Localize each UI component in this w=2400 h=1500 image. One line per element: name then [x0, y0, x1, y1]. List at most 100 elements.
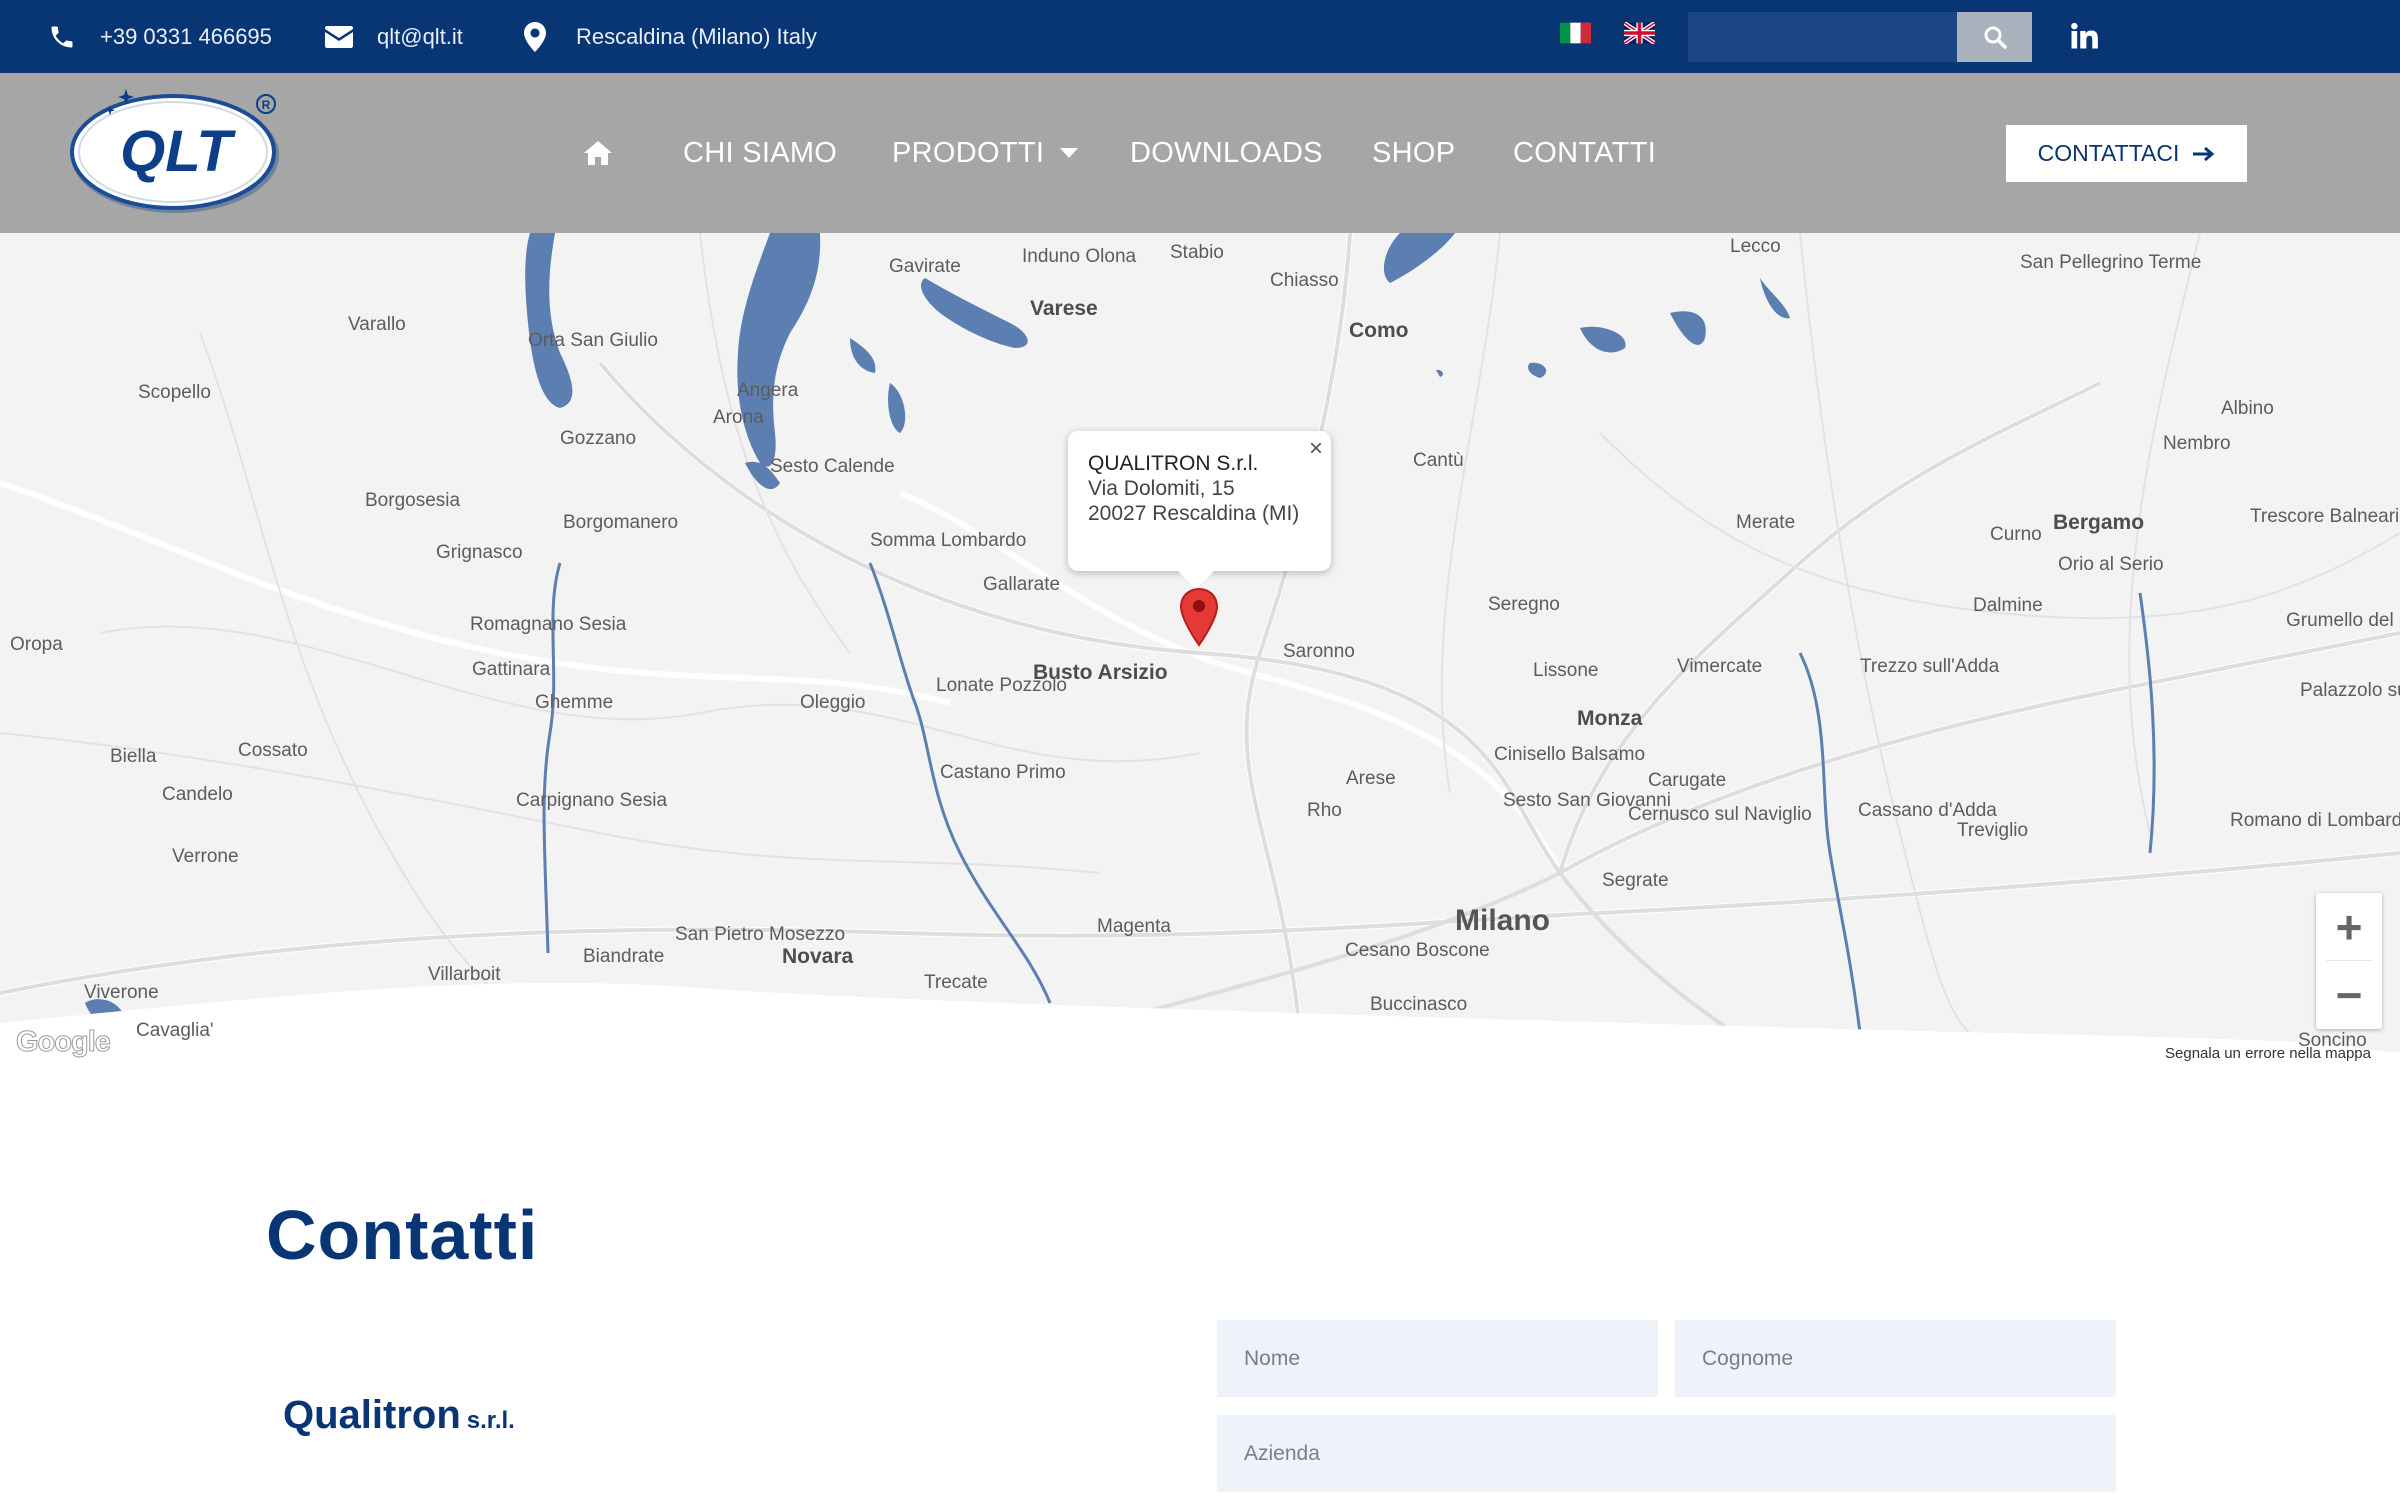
nav-prodotti-label: PRODOTTI	[892, 136, 1045, 169]
svg-text:R: R	[262, 98, 271, 112]
map-label: Castano Primo	[940, 762, 1066, 783]
contattaci-button[interactable]: CONTATTACI	[2006, 125, 2247, 182]
map-label: Bergamo	[2053, 511, 2145, 534]
map-label: Treviglio	[1957, 820, 2029, 841]
map-label: Vimercate	[1677, 656, 1763, 677]
map-label: Cantù	[1413, 450, 1464, 471]
map-label: Cernusco sul Naviglio	[1628, 804, 1812, 825]
azienda-field[interactable]	[1217, 1415, 2116, 1492]
nav-prodotti[interactable]: PRODOTTI	[892, 73, 1079, 233]
map-error-link[interactable]: Segnala un errore nella mappa	[2165, 1045, 2371, 1062]
popup-city: 20027 Rescaldina (MI)	[1088, 502, 1300, 525]
map-label: Trecate	[924, 972, 988, 993]
map-label: Sesto Calende	[770, 456, 895, 477]
google-logo: Google	[16, 1026, 112, 1059]
home-icon	[584, 141, 612, 165]
map-label: Oropa	[10, 634, 63, 655]
map-label: Cesano Boscone	[1345, 940, 1490, 961]
map-label: Dalmine	[1973, 595, 2043, 616]
map-background	[0, 233, 2400, 1063]
nome-field[interactable]	[1217, 1320, 1658, 1397]
map-label: Villarboit	[428, 964, 501, 985]
company-name: Qualitron s.r.l.	[283, 1393, 515, 1438]
map-label: Magenta	[1097, 916, 1171, 937]
close-icon[interactable]: ×	[1309, 437, 1323, 461]
map-label: Gallarate	[983, 574, 1061, 595]
email-contact[interactable]: qlt@qlt.it	[325, 0, 463, 73]
map-label: Biandrate	[583, 946, 665, 967]
map-label: Biella	[110, 746, 157, 767]
search-input[interactable]	[1688, 12, 1957, 62]
map-label: Nembro	[2163, 433, 2231, 454]
map-label: Carpignano Sesia	[516, 790, 668, 811]
map-label: San Pietro Mosezzo	[675, 924, 846, 945]
main-navigation: QLT R CHI SIAMO PRODOTTI DOWNLOADS SHOP …	[0, 73, 2400, 233]
popup-title: QUALITRON S.r.l.	[1088, 452, 1259, 475]
cognome-field[interactable]	[1675, 1320, 2116, 1397]
nav-home[interactable]	[583, 73, 613, 233]
map-label: Oleggio	[800, 692, 866, 713]
map-label: Monza	[1577, 707, 1643, 730]
map-label: Carugate	[1648, 770, 1727, 791]
map-label: Curno	[1990, 524, 2042, 545]
map-label: Verrone	[172, 846, 239, 867]
map-label: Romano di Lombardia	[2230, 810, 2400, 831]
page-title: Contatti	[266, 1196, 539, 1274]
map-label: Lonate Pozzolo	[936, 675, 1067, 696]
map-label: Lissone	[1533, 660, 1599, 681]
map-label: Arese	[1346, 768, 1396, 789]
zoom-out-button[interactable]: −	[2316, 961, 2382, 1029]
top-bar: +39 0331 466695 qlt@qlt.it Rescaldina (M…	[0, 0, 2400, 73]
search-button[interactable]	[1957, 12, 2032, 62]
map-label: Viverone	[84, 982, 159, 1003]
flag-italy-icon[interactable]	[1560, 22, 1591, 44]
nav-chi-siamo[interactable]: CHI SIAMO	[683, 73, 837, 233]
envelope-icon	[325, 25, 353, 48]
map-label: Cavaglia'	[136, 1020, 214, 1041]
nav-shop[interactable]: SHOP	[1372, 73, 1455, 233]
phone-icon	[51, 26, 73, 47]
flag-uk-icon[interactable]	[1624, 22, 1655, 44]
map-marker-pin-icon[interactable]	[1178, 587, 1220, 647]
map-label: Borgosesia	[365, 490, 461, 511]
qlt-logo[interactable]: QLT R	[68, 89, 283, 217]
map-label: Varallo	[348, 314, 406, 335]
map-label: Trescore Balneario	[2250, 506, 2400, 527]
phone-number: +39 0331 466695	[100, 23, 272, 49]
contattaci-label: CONTATTACI	[2037, 140, 2180, 166]
location-info: Rescaldina (Milano) Italy	[524, 0, 817, 73]
zoom-in-button[interactable]: +	[2316, 893, 2382, 961]
logo-text: QLT	[120, 119, 236, 184]
popup-address: Via Dolomiti, 15	[1088, 477, 1235, 500]
map-label: Merate	[1736, 512, 1796, 533]
map-label: Chiasso	[1270, 270, 1339, 291]
map-label: Romagnano Sesia	[470, 614, 627, 635]
arrow-right-icon	[2193, 146, 2215, 161]
map-label: Induno Olona	[1022, 246, 1137, 267]
map-label: Grumello del Monte	[2286, 610, 2400, 631]
nav-downloads[interactable]: DOWNLOADS	[1130, 73, 1323, 233]
map-label: Ghemme	[535, 692, 614, 713]
phone-contact[interactable]: +39 0331 466695	[48, 0, 272, 73]
caret-down-icon	[1060, 148, 1079, 158]
map-zoom-control: + −	[2316, 893, 2382, 1029]
map-label: Milano	[1455, 904, 1550, 937]
google-map[interactable]: Gavirate Induno Olona Stabio Lecco Chias…	[0, 233, 2400, 1063]
map-label: Albino	[2221, 398, 2274, 419]
map-label: Trezzo sull'Adda	[1860, 656, 2000, 677]
map-label: Gavirate	[889, 256, 961, 277]
linkedin-link[interactable]	[2066, 18, 2102, 54]
company-name-text: Qualitron	[283, 1393, 461, 1437]
search-icon	[1984, 26, 2007, 49]
nav-contatti[interactable]: CONTATTI	[1513, 73, 1656, 233]
map-marker-icon	[524, 21, 546, 52]
map-label: Varese	[1030, 297, 1098, 320]
map-label: Orta San Giulio	[528, 330, 658, 351]
linkedin-icon	[2071, 22, 2098, 49]
map-label: Segrate	[1602, 870, 1669, 891]
map-label: Seregno	[1488, 594, 1560, 615]
map-label: Grignasco	[436, 542, 523, 563]
map-label: Saronno	[1283, 641, 1355, 662]
location-text: Rescaldina (Milano) Italy	[576, 23, 817, 49]
map-label: Angera	[737, 380, 799, 401]
